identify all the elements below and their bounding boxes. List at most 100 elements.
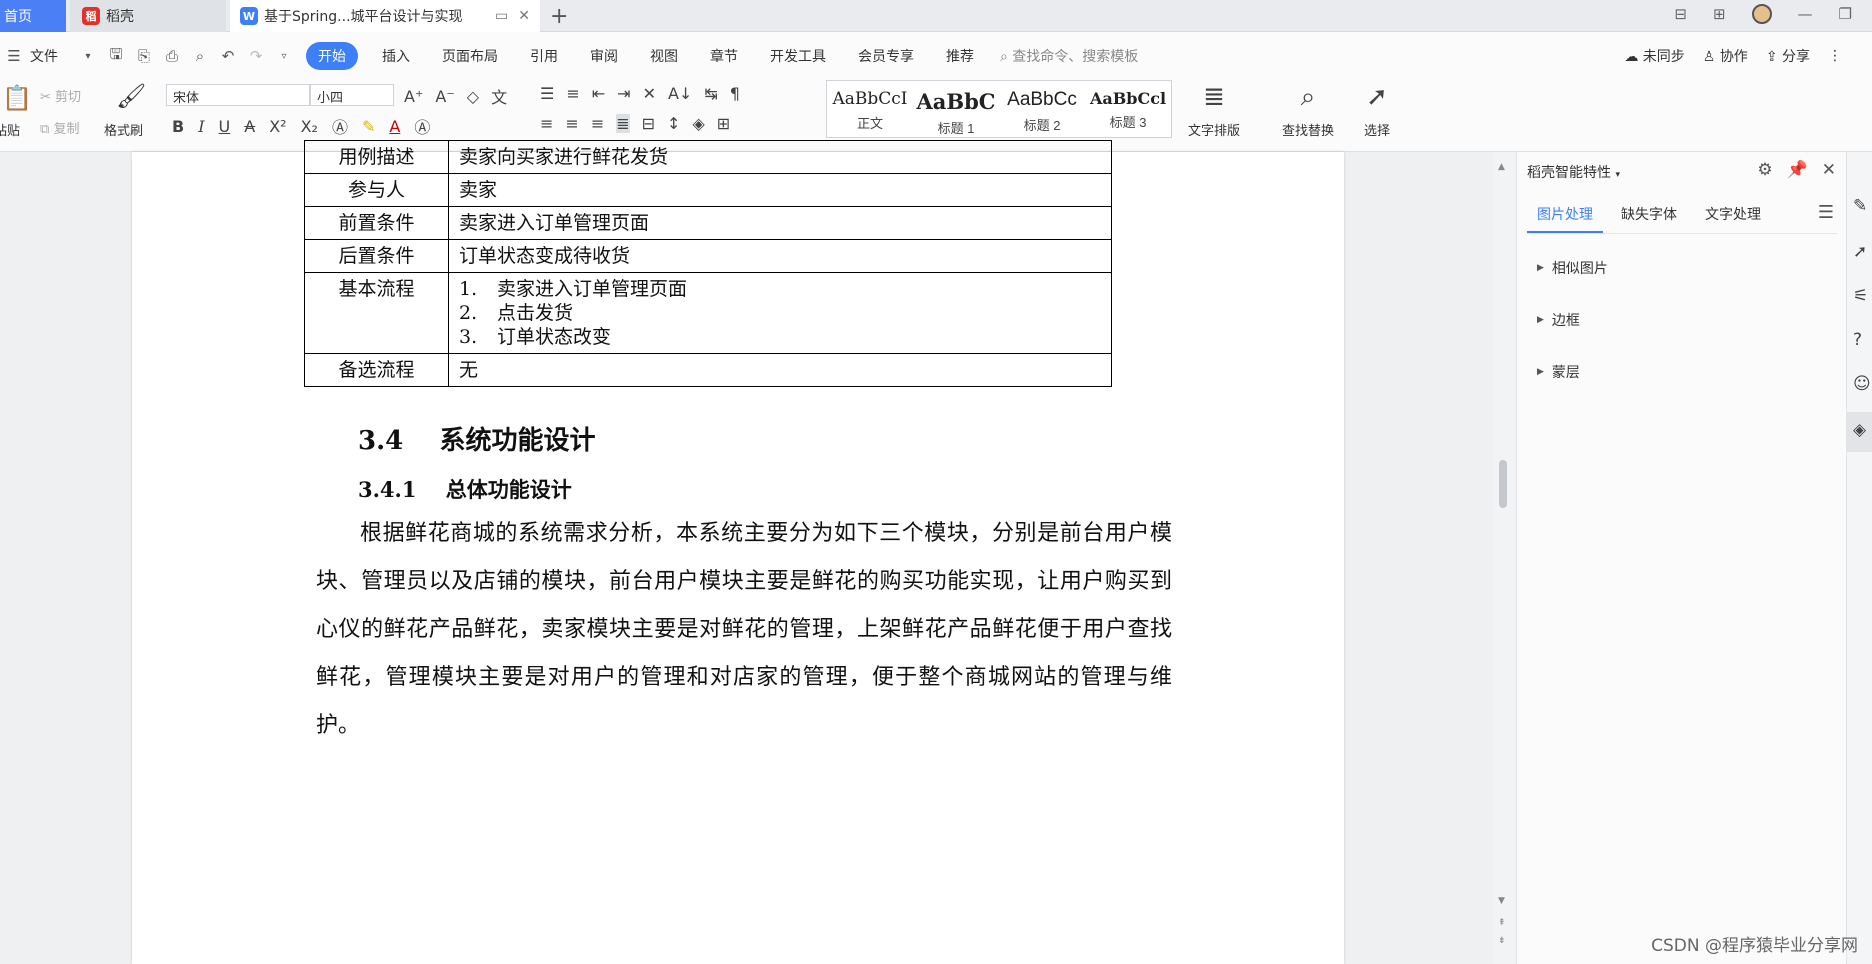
- tab-daoke[interactable]: 稻 稻壳: [70, 0, 226, 32]
- style-heading-3[interactable]: AaBbCcl 标题 3: [1085, 81, 1171, 137]
- pin-tab-icon[interactable]: ▭: [495, 8, 508, 24]
- format-painter-icon[interactable]: 🖌: [116, 82, 146, 110]
- underline-icon[interactable]: U: [219, 117, 231, 136]
- next-page-icon[interactable]: ⇟: [1498, 936, 1506, 946]
- command-search-input[interactable]: ⌕ 查找命令、搜索模板: [1000, 46, 1138, 66]
- close-tab-icon[interactable]: ✕: [518, 8, 530, 24]
- tab-document[interactable]: W 基于Spring...城平台设计与实现 ▭ ✕: [230, 0, 540, 32]
- bold-icon[interactable]: B: [172, 117, 184, 136]
- grow-font-icon[interactable]: A⁺: [404, 87, 423, 106]
- pen-icon[interactable]: ✎: [1853, 196, 1867, 216]
- scroll-up-icon[interactable]: ▲: [1498, 162, 1505, 172]
- more-menu-icon[interactable]: ⋮: [1828, 48, 1842, 64]
- minimize-icon[interactable]: —: [1798, 5, 1813, 23]
- scroll-down-icon[interactable]: ▼: [1498, 896, 1505, 906]
- paste-button[interactable]: 粘贴: [0, 120, 20, 139]
- menu-review[interactable]: 审阅: [574, 46, 634, 66]
- char-border-icon[interactable]: Ⓐ: [414, 114, 430, 138]
- smart-feature-icon[interactable]: ◈: [1853, 420, 1866, 440]
- format-painter-button[interactable]: 格式刷: [104, 120, 143, 139]
- menu-recommend[interactable]: 推荐: [930, 46, 990, 66]
- text-effect-icon[interactable]: Ⓐ: [332, 114, 348, 138]
- bullet-list-icon[interactable]: ☰: [540, 84, 554, 103]
- align-left-icon[interactable]: ≡: [540, 114, 553, 133]
- prev-page-icon[interactable]: ⇞: [1498, 918, 1506, 928]
- panel-item-similar-images[interactable]: ▶ 相似图片: [1537, 258, 1608, 278]
- quick-access-more-icon[interactable]: ▿: [275, 47, 293, 65]
- share-button[interactable]: ⇪ 分享: [1766, 46, 1810, 66]
- cut-button[interactable]: ✂ 剪切: [40, 86, 81, 105]
- text-layout-button[interactable]: ≣ 文字排版: [1188, 82, 1240, 139]
- text-direction-icon[interactable]: A↓: [668, 84, 692, 103]
- tab-home[interactable]: 首页: [0, 0, 66, 32]
- font-color-icon[interactable]: A: [389, 117, 400, 136]
- decrease-indent-icon[interactable]: ⇤: [592, 84, 605, 103]
- scrollbar-thumb[interactable]: [1499, 460, 1507, 508]
- distributed-icon[interactable]: ⊟: [642, 114, 655, 133]
- clear-format-icon[interactable]: ◇: [467, 87, 479, 106]
- justify-icon[interactable]: ≣: [616, 114, 630, 133]
- borders-icon[interactable]: ⊞: [717, 114, 730, 133]
- align-center-icon[interactable]: ≡: [565, 114, 578, 133]
- menu-chapter[interactable]: 章节: [694, 46, 754, 66]
- tab-text-processing[interactable]: 文字处理: [1695, 200, 1771, 233]
- shading-icon[interactable]: ◈: [692, 114, 704, 133]
- menu-page-layout[interactable]: 页面布局: [426, 46, 514, 66]
- export-pdf-icon[interactable]: ⎘: [135, 47, 153, 65]
- increase-indent-icon[interactable]: ⇥: [617, 84, 630, 103]
- close-panel-icon[interactable]: ✕: [1822, 160, 1836, 180]
- paste-icon[interactable]: 📋: [2, 84, 32, 112]
- vertical-scrollbar[interactable]: ▲ ▼ ⇞ ⇟: [1494, 152, 1512, 964]
- pin-icon[interactable]: 📌: [1787, 160, 1808, 180]
- settings-gear-icon[interactable]: ⚙: [1757, 160, 1772, 180]
- shrink-font-icon[interactable]: A⁻: [435, 87, 454, 106]
- document-page[interactable]: 用例描述 卖家向买家进行鲜花发货 参与人 卖家 前置条件 卖家进入订单管理页面 …: [132, 140, 1344, 964]
- menu-developer[interactable]: 开发工具: [754, 46, 842, 66]
- collaborate-button[interactable]: ♙ 协作: [1703, 46, 1748, 66]
- panel-title[interactable]: 稻壳智能特性 ▾: [1527, 162, 1620, 182]
- hamburger-menu-icon[interactable]: ☰: [5, 47, 23, 65]
- highlight-icon[interactable]: ✎: [362, 117, 375, 136]
- numbered-list-icon[interactable]: ≡: [566, 84, 579, 103]
- font-size-select[interactable]: 小四: [310, 84, 394, 106]
- new-tab-button[interactable]: +: [550, 4, 568, 29]
- print-preview-icon[interactable]: ⌕: [191, 47, 209, 65]
- document-area[interactable]: 用例描述 卖家向买家进行鲜花发货 参与人 卖家 前置条件 卖家进入订单管理页面 …: [0, 140, 1494, 964]
- phonetic-guide-icon[interactable]: 文: [491, 84, 507, 108]
- print-icon[interactable]: ⎙: [163, 47, 181, 65]
- line-spacing-icon[interactable]: ↕: [667, 114, 680, 133]
- select-button[interactable]: ➚ 选择: [1364, 82, 1390, 139]
- help-icon[interactable]: ?: [1853, 330, 1862, 350]
- undo-icon[interactable]: ↶: [219, 47, 237, 65]
- menu-view[interactable]: 视图: [634, 46, 694, 66]
- apps-grid-icon[interactable]: ⊞: [1713, 5, 1726, 23]
- robot-icon[interactable]: ☺: [1853, 374, 1871, 394]
- cursor-icon[interactable]: ➚: [1853, 242, 1867, 262]
- tab-missing-fonts[interactable]: 缺失字体: [1611, 200, 1687, 233]
- menu-references[interactable]: 引用: [514, 46, 574, 66]
- user-avatar[interactable]: [1751, 4, 1772, 24]
- align-right-icon[interactable]: ≡: [591, 114, 604, 133]
- panel-menu-icon[interactable]: ☰: [1818, 202, 1834, 223]
- show-marks-icon[interactable]: ¶: [730, 84, 740, 103]
- restore-window-icon[interactable]: ❐: [1839, 5, 1852, 23]
- font-name-select[interactable]: 宋体: [166, 84, 310, 106]
- sync-status-button[interactable]: ☁ 未同步: [1624, 46, 1684, 66]
- style-heading-2[interactable]: AaBbCc 标题 2: [999, 81, 1085, 137]
- strikethrough-icon[interactable]: A: [244, 117, 255, 136]
- style-normal[interactable]: AaBbCcI 正文: [827, 81, 913, 137]
- save-icon[interactable]: 🖫: [107, 45, 125, 65]
- tab-image-processing[interactable]: 图片处理: [1527, 200, 1603, 233]
- panel-item-overlay[interactable]: ▶ 蒙层: [1537, 362, 1580, 382]
- panel-item-border[interactable]: ▶ 边框: [1537, 310, 1580, 330]
- sort-icon[interactable]: ↹: [704, 84, 717, 103]
- subscript-icon[interactable]: X₂: [301, 117, 318, 136]
- italic-icon[interactable]: I: [198, 117, 204, 136]
- sliders-icon[interactable]: ⚟: [1853, 286, 1868, 306]
- chevron-down-icon[interactable]: ▾: [79, 47, 97, 65]
- superscript-icon[interactable]: X²: [269, 117, 286, 136]
- menu-home-tab[interactable]: 开始: [306, 42, 358, 70]
- copy-button[interactable]: ⧉ 复制: [40, 118, 79, 137]
- redo-icon[interactable]: ↷: [247, 47, 265, 65]
- menu-member[interactable]: 会员专享: [842, 46, 930, 66]
